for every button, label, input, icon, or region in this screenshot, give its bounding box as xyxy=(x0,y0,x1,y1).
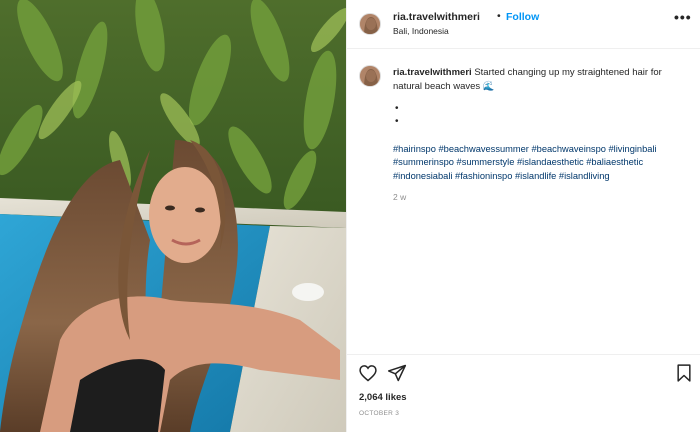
avatar-image xyxy=(360,14,380,34)
post-date: OCTOBER 3 xyxy=(359,410,400,417)
more-options-icon[interactable]: ••• xyxy=(674,10,692,28)
caption-username-link[interactable]: ria.travelwithmeri xyxy=(393,67,472,78)
post-caption: ria.travelwithmeri Started changing up m… xyxy=(393,66,687,93)
caption-avatar[interactable] xyxy=(359,65,381,87)
follow-button[interactable]: Follow xyxy=(506,11,539,23)
username-link[interactable]: ria.travelwithmeri xyxy=(393,11,480,23)
paper-plane-icon[interactable] xyxy=(387,363,407,383)
bullet-line: • xyxy=(395,103,399,114)
avatar[interactable] xyxy=(359,13,381,35)
post-photo[interactable] xyxy=(0,0,346,432)
post-time-ago: 2 w xyxy=(393,192,407,202)
heart-icon[interactable] xyxy=(358,363,378,383)
post-photo-illustration xyxy=(0,0,346,432)
action-bar xyxy=(347,354,700,390)
bullet-line: • xyxy=(395,116,399,127)
post-header: ria.travelwithmeri • Follow Bali, Indone… xyxy=(347,0,700,49)
post-details-panel: ria.travelwithmeri • Follow Bali, Indone… xyxy=(346,0,700,432)
location-link[interactable]: Bali, Indonesia xyxy=(393,26,449,36)
separator-dot: • xyxy=(497,10,501,22)
hashtags[interactable]: #hairinspo #beachwavessummer #beachwavei… xyxy=(393,143,693,183)
likes-count[interactable]: 2,064 likes xyxy=(359,392,407,403)
avatar-image xyxy=(360,66,380,86)
bookmark-icon[interactable] xyxy=(674,363,694,383)
caption-bullets: • • xyxy=(395,102,399,128)
